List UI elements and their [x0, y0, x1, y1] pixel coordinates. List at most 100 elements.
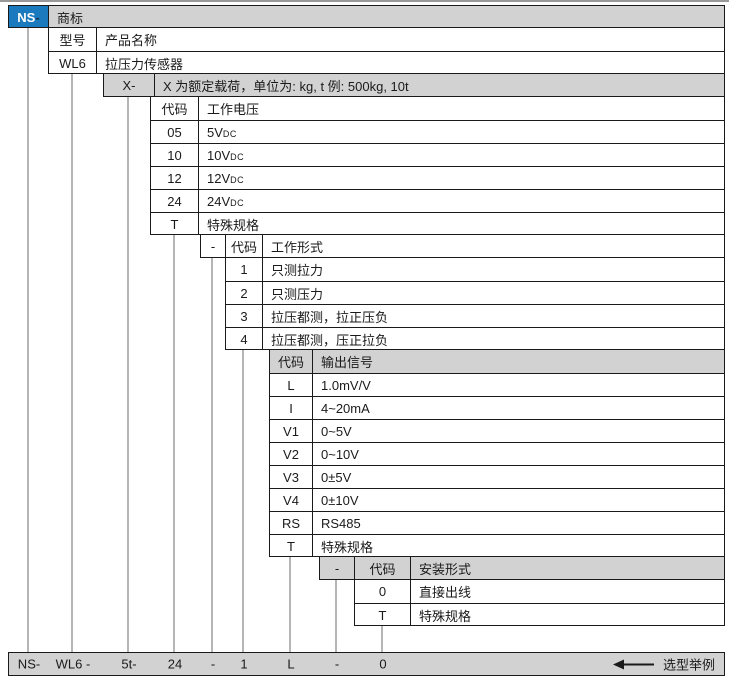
workmode-header-code: 代码: [226, 235, 263, 258]
example-segment: 24: [168, 657, 182, 672]
example-bar: NS- WL6 - 5t- 24 - 1 L - 0 选型举例: [8, 652, 725, 676]
load-code: X-: [104, 74, 155, 97]
output-code: I: [270, 397, 313, 419]
example-segment: -: [335, 657, 339, 672]
leader-line-load: [127, 97, 129, 652]
table-row: V4 0±10V: [270, 488, 724, 511]
table-header-row: 型号 产品名称: [49, 28, 724, 51]
table-row: T 特殊规格: [270, 534, 724, 557]
example-callout: 选型举例: [613, 655, 715, 674]
workmode-table: 1 只测拉力 2 只测压力 3 拉压都测，拉正压负 4 拉压都测，压正拉负: [225, 258, 725, 350]
top-divider: [0, 0, 729, 2]
workmode-header: - 代码 工作形式: [200, 235, 725, 258]
voltage-table: 代码 工作电压 05 5VDC 10 10VDC 12 12VDC 24 24V…: [150, 97, 725, 235]
workmode-code: 3: [226, 305, 263, 327]
workmode-label: 拉压都测，压正拉负: [263, 328, 724, 350]
voltage-code: 10: [151, 144, 199, 166]
table-header-row: 代码 输出信号: [270, 350, 724, 373]
load-desc: X 为额定载荷，单位为: kg, t 例: 500kg, 10t: [155, 74, 724, 97]
mounting-label: 直接出线: [411, 580, 724, 603]
arrow-tail-line: [622, 663, 654, 665]
output-code: V2: [270, 443, 313, 465]
workmode-code: 2: [226, 282, 263, 304]
leader-line-brand: [27, 28, 29, 652]
table-row: T 特殊规格: [151, 212, 724, 235]
output-header-code: 代码: [270, 350, 313, 373]
brand-code-cell: NS-: [9, 6, 49, 28]
leader-line-dash2: [335, 580, 337, 652]
output-label: 特殊规格: [313, 535, 724, 557]
table-row: V3 0±5V: [270, 465, 724, 488]
voltage-unit-sub: DC: [223, 129, 237, 139]
voltage-unit-sub: DC: [230, 152, 244, 162]
table-row: 24 24VDC: [151, 189, 724, 212]
leader-line-output: [289, 557, 291, 652]
table-row: 2 只测压力: [226, 281, 724, 304]
voltage-value: 12VDC: [199, 167, 724, 189]
voltage-value-text: 5V: [207, 125, 223, 140]
output-code: T: [270, 535, 313, 557]
mounting-dash: -: [320, 557, 355, 580]
mounting-code: T: [355, 604, 411, 626]
workmode-code: 4: [226, 328, 263, 350]
output-table: 代码 输出信号 L 1.0mV/V I 4~20mA V1 0~5V V2 0~…: [269, 350, 725, 557]
table-row: 10 10VDC: [151, 143, 724, 166]
output-code: L: [270, 374, 313, 396]
workmode-header-label: 工作形式: [263, 235, 724, 258]
output-code: V4: [270, 489, 313, 511]
mounting-table: 0 直接出线 T 特殊规格: [354, 580, 725, 626]
table-row: 3 拉压都测，拉正压负: [226, 304, 724, 327]
voltage-value-text: 12V: [207, 171, 230, 186]
example-segment: -: [211, 657, 215, 672]
voltage-value-text: 10V: [207, 148, 230, 163]
leader-line-workmode: [242, 350, 244, 652]
workmode-label: 拉压都测，拉正压负: [263, 305, 724, 327]
voltage-value-text: 特殊规格: [207, 215, 259, 234]
workmode-code: 1: [226, 258, 263, 281]
mounting-label: 特殊规格: [411, 604, 724, 626]
output-label: 0±10V: [313, 489, 724, 511]
voltage-value-text: 24V: [207, 194, 230, 209]
brand-label: 商标: [49, 6, 724, 28]
voltage-unit-sub: DC: [230, 175, 244, 185]
leader-line-mounting: [381, 626, 383, 652]
mounting-code: 0: [355, 580, 411, 603]
voltage-unit-sub: DC: [230, 198, 244, 208]
model-header-code: 型号: [49, 28, 97, 51]
model-table: 型号 产品名称 WL6 拉压力传感器: [48, 28, 725, 74]
model-name: 拉压力传感器: [97, 52, 724, 74]
workmode-label: 只测压力: [263, 282, 724, 304]
table-row: 05 5VDC: [151, 120, 724, 143]
brand-code-dash: -: [35, 10, 39, 25]
voltage-value: 5VDC: [199, 121, 724, 143]
leader-line-dash1: [211, 258, 213, 652]
brand-row: NS- 商标: [8, 5, 725, 28]
table-row: 0 直接出线: [355, 580, 724, 603]
mounting-header-code: 代码: [355, 557, 411, 580]
output-label: RS485: [313, 512, 724, 534]
example-segment: 5t-: [121, 657, 136, 672]
output-label: 0±5V: [313, 466, 724, 488]
voltage-value: 10VDC: [199, 144, 724, 166]
table-row: I 4~20mA: [270, 396, 724, 419]
leader-line-voltage: [173, 235, 175, 652]
voltage-code: 12: [151, 167, 199, 189]
example-segment: WL6 -: [56, 657, 91, 672]
workmode-dash: -: [201, 235, 226, 258]
table-row: L 1.0mV/V: [270, 373, 724, 396]
voltage-value: 24VDC: [199, 190, 724, 212]
table-row: 1 只测拉力: [226, 258, 724, 281]
output-code: RS: [270, 512, 313, 534]
output-label: 1.0mV/V: [313, 374, 724, 396]
voltage-header-label: 工作电压: [199, 97, 724, 120]
output-code: V1: [270, 420, 313, 442]
mounting-header: - 代码 安装形式: [319, 557, 725, 580]
example-segment: 0: [379, 657, 386, 672]
output-label: 0~5V: [313, 420, 724, 442]
voltage-code: 05: [151, 121, 199, 143]
brand-code-text: NS: [17, 10, 35, 25]
table-row: V1 0~5V: [270, 419, 724, 442]
example-label: 选型举例: [663, 655, 715, 674]
voltage-code: 24: [151, 190, 199, 212]
leader-line-model: [71, 74, 73, 652]
